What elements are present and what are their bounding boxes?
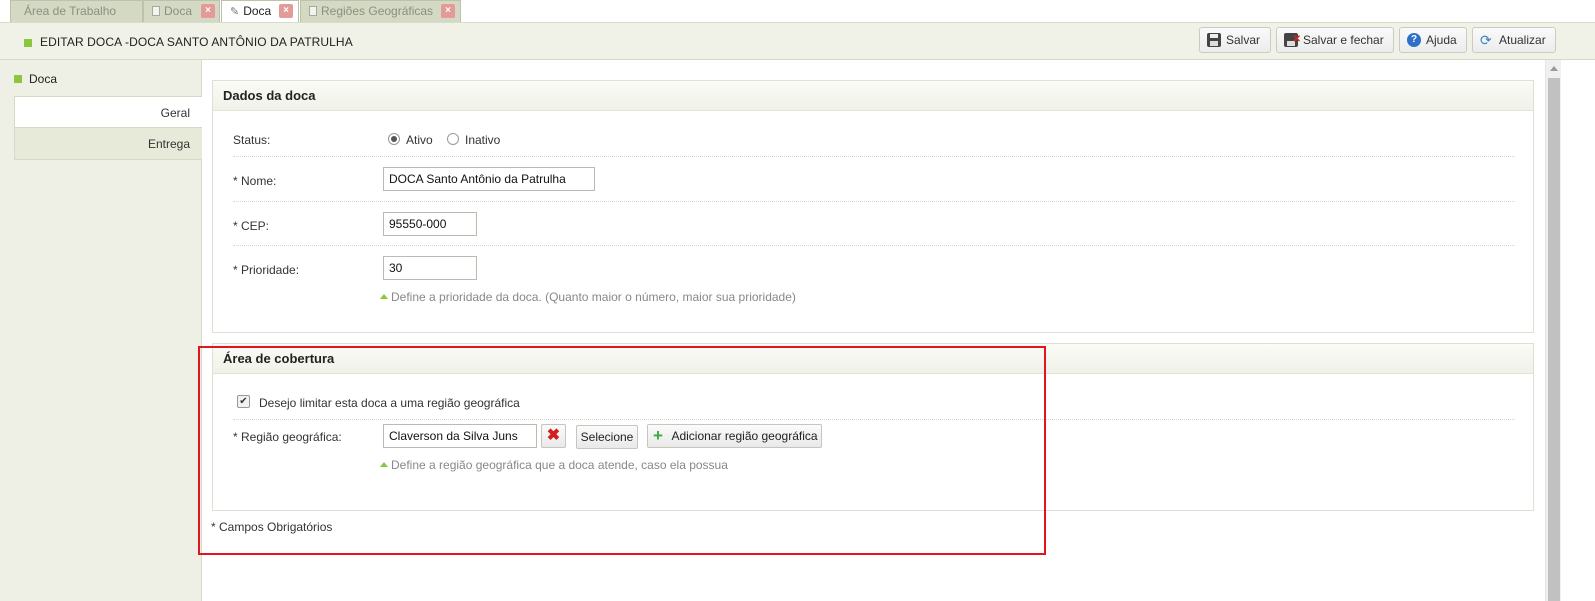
pencil-icon: ✎	[230, 6, 240, 18]
refresh-button-label: Atualizar	[1499, 33, 1546, 47]
tab-regioes-geograficas[interactable]: Regiões Geográficas ×	[300, 0, 461, 22]
scrollbar[interactable]	[1545, 60, 1561, 601]
cep-field[interactable]: 95550-000	[383, 212, 477, 236]
plus-icon: +	[653, 426, 663, 445]
tab-bar: Área de Trabalho Doca × ✎ Doca × Regiões …	[0, 0, 1595, 23]
prioridade-hint-text: Define a prioridade da doca. (Quanto mai…	[391, 290, 796, 304]
cobertura-panel-title: Área de cobertura	[213, 344, 1533, 374]
nome-field[interactable]: DOCA Santo Antônio da Patrulha	[383, 167, 595, 191]
refresh-icon: ⟳	[1480, 32, 1492, 48]
sidebar-title: Doca	[29, 72, 58, 86]
tab-label: Área de Trabalho	[24, 4, 117, 18]
tab-doca-active[interactable]: ✎ Doca ×	[221, 0, 299, 23]
regiao-hint: Define a região geográfica que a doca at…	[380, 458, 728, 472]
page-header: EDITAR DOCA -DOCA SANTO ANTÔNIO DA PATRU…	[0, 22, 1595, 60]
help-button-label: Ajuda	[1426, 33, 1457, 47]
status-ativo-label: Ativo	[406, 133, 433, 147]
sidebar-item-label: Geral	[160, 106, 190, 120]
limit-row: ✔ Desejo limitar esta doca a uma região …	[233, 374, 1515, 420]
save-close-icon	[1284, 28, 1301, 52]
tab-doca-1[interactable]: Doca ×	[143, 0, 220, 22]
sidebar-item-label: Entrega	[147, 137, 190, 151]
save-icon	[1207, 33, 1221, 47]
add-regiao-button[interactable]: + Adicionar região geográfica	[647, 424, 822, 448]
prioridade-field[interactable]: 30	[383, 256, 477, 280]
regiao-field[interactable]: Claverson da Silva Juns	[383, 424, 537, 448]
regiao-label: * Região geográfica:	[233, 430, 342, 444]
dados-panel: Dados da doca Status: Ativo Inativo * No…	[212, 80, 1534, 333]
dados-panel-title: Dados da doca	[213, 81, 1533, 111]
cep-row: * CEP: 95550-000	[233, 202, 1515, 246]
sidebar-item-geral[interactable]: Geral	[14, 96, 202, 128]
limit-checkbox-label: Desejo limitar esta doca a uma região ge…	[259, 396, 520, 410]
status-row: Status: Ativo Inativo	[233, 111, 1515, 157]
sidebar: Doca Geral Entrega	[0, 60, 202, 601]
select-regiao-button[interactable]: Selecione	[576, 425, 638, 449]
main-content: Dados da doca Status: Ativo Inativo * No…	[203, 60, 1545, 601]
prioridade-label: * Prioridade:	[233, 263, 300, 277]
close-icon[interactable]: ×	[201, 4, 215, 18]
hint-arrow-icon	[380, 294, 388, 299]
status-inativo-label: Inativo	[465, 133, 501, 147]
cobertura-panel: Área de cobertura ✔ Desejo limitar esta …	[212, 343, 1534, 511]
add-regiao-button-label: Adicionar região geográfica	[671, 429, 818, 443]
save-close-button[interactable]: Salvar e fechar	[1276, 27, 1394, 53]
status-ativo-radio[interactable]	[388, 133, 400, 145]
refresh-button[interactable]: ⟳ Atualizar	[1472, 27, 1556, 53]
regiao-row: * Região geográfica: Claverson da Silva …	[233, 420, 1515, 500]
prioridade-hint: Define a prioridade da doca. (Quanto mai…	[380, 290, 796, 304]
required-fields-note: * Campos Obrigatórios	[211, 520, 333, 534]
help-icon: ?	[1407, 33, 1421, 47]
tab-area-de-trabalho[interactable]: Área de Trabalho	[10, 0, 143, 22]
tab-label: Doca	[164, 4, 193, 18]
help-button[interactable]: ? Ajuda	[1399, 27, 1467, 53]
regiao-hint-text: Define a região geográfica que a doca at…	[391, 458, 728, 472]
remove-icon: ✖	[546, 427, 561, 444]
status-label: Status:	[233, 133, 271, 147]
page-icon	[309, 6, 317, 16]
status-inativo-radio[interactable]	[447, 133, 459, 145]
page-title: EDITAR DOCA -DOCA SANTO ANTÔNIO DA PATRU…	[40, 35, 353, 49]
limit-checkbox[interactable]: ✔	[237, 395, 250, 408]
save-close-button-label: Salvar e fechar	[1303, 33, 1384, 47]
prioridade-row: * Prioridade: 30 Define a prioridade da …	[233, 246, 1515, 316]
save-button-label: Salvar	[1226, 33, 1261, 47]
nome-label: * Nome:	[233, 174, 277, 188]
nome-row: * Nome: DOCA Santo Antônio da Patrulha	[233, 157, 1515, 202]
scroll-up-icon[interactable]	[1550, 66, 1558, 71]
sidebar-item-entrega[interactable]: Entrega	[14, 128, 202, 160]
tab-label: Doca	[243, 4, 272, 18]
remove-regiao-button[interactable]: ✖	[541, 424, 566, 448]
scroll-thumb[interactable]	[1548, 78, 1560, 601]
close-icon[interactable]: ×	[279, 4, 293, 18]
page-icon	[152, 6, 160, 16]
cep-label: * CEP:	[233, 219, 270, 233]
save-button[interactable]: Salvar	[1199, 27, 1271, 53]
tab-label: Regiões Geográficas	[321, 4, 434, 18]
header-marker	[24, 39, 32, 47]
hint-arrow-icon	[380, 462, 388, 467]
sidebar-marker	[14, 75, 22, 83]
close-icon[interactable]: ×	[441, 4, 455, 18]
